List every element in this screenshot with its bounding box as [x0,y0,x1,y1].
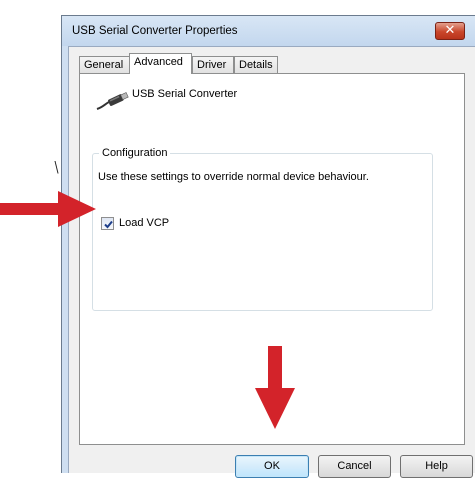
close-button[interactable]: ✕ [435,22,465,40]
device-name: USB Serial Converter [132,88,238,100]
ok-button[interactable]: OK [235,455,309,478]
tab-driver[interactable]: Driver [192,56,234,73]
tab-advanced[interactable]: Advanced [129,53,192,74]
usb-cable-icon [95,90,129,112]
load-vcp-checkbox[interactable] [101,217,114,230]
help-button[interactable]: Help [400,455,473,478]
title-bar[interactable]: USB Serial Converter Properties ✕ [62,16,475,46]
close-icon: ✕ [444,23,456,38]
red-arrow-icon [0,191,96,227]
tab-details[interactable]: Details [234,56,278,73]
configuration-description: Use these settings to override normal de… [98,171,369,183]
window-title: USB Serial Converter Properties [72,25,238,37]
load-vcp-label[interactable]: Load VCP [119,217,169,229]
checkmark-icon [104,220,113,229]
stray-backslash: \ [54,158,59,176]
red-arrow-icon [255,346,295,429]
cancel-button[interactable]: Cancel [318,455,391,478]
configuration-legend: Configuration [99,147,171,159]
tab-general[interactable]: General [79,56,130,73]
configuration-group: Configuration Use these settings to over… [92,147,433,311]
dialog-buttons: OK Cancel Help [69,443,475,478]
